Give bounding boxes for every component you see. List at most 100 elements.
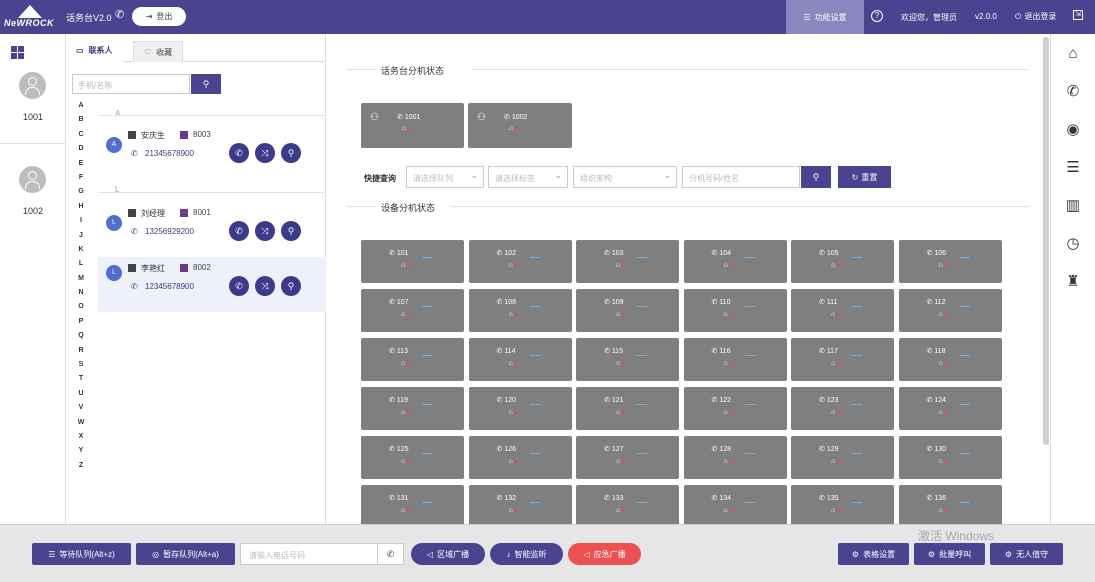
device-extension-tile[interactable]: ✆ 112 ⌂▲ — [898, 289, 1002, 332]
device-extension-tile[interactable]: ✆ 124 ⌂▲ — [898, 387, 1002, 430]
device-extension-tile[interactable]: ✆ 109 ⌂▲ — [576, 289, 679, 332]
alphabet-letter[interactable]: E — [76, 160, 86, 174]
dial-icon[interactable]: ◉ — [1063, 120, 1083, 140]
tag-select[interactable]: 请选择标签 — [488, 166, 568, 188]
home-icon[interactable]: ⌂ — [1063, 44, 1083, 64]
device-extension-tile[interactable]: ✆ 130 ⌂▲ — [898, 436, 1002, 479]
call-button[interactable]: ✆ — [229, 221, 249, 241]
device-extension-tile[interactable]: ✆ 102 ⌂▲ — [468, 240, 572, 283]
operator-extension-tile[interactable]: ⚇ ✆ 1001 ⌂▲ — [361, 103, 464, 148]
alphabet-letter[interactable]: F — [76, 174, 86, 188]
device-extension-tile[interactable]: ✆ 125 ⌂▲ — [361, 436, 464, 479]
operator-extension-tile[interactable]: ⚇ ✆ 1002 ⌂▲ — [468, 103, 572, 148]
alphabet-letter[interactable]: A — [76, 102, 86, 116]
batch-call-button[interactable]: ⚙ 批量呼叫 — [914, 543, 985, 565]
alphabet-letter[interactable]: Q — [76, 332, 86, 346]
help-icon[interactable]: ? — [871, 10, 883, 22]
alphabet-letter[interactable]: V — [76, 404, 86, 418]
zone-broadcast-button[interactable]: ◁ 区域广播 — [411, 543, 485, 565]
alphabet-letter[interactable]: G — [76, 188, 86, 202]
contact-search-input[interactable]: 手机/名称 — [72, 74, 190, 94]
alphabet-letter[interactable]: N — [76, 289, 86, 303]
contact-search-button[interactable]: ⚲ — [191, 74, 221, 94]
device-extension-tile[interactable]: ✆ 136 ⌂▲ — [898, 485, 1002, 524]
hold-queue-button[interactable]: ◎ 暂存队列(Alt+a) — [136, 543, 235, 565]
extension-search-input[interactable]: 分机号码/姓名 — [682, 166, 800, 188]
transfer-button[interactable]: ⤨ — [255, 143, 275, 163]
alphabet-letter[interactable]: B — [76, 116, 86, 130]
alphabet-letter[interactable]: R — [76, 347, 86, 361]
user-card-1001[interactable]: 1001 — [0, 72, 66, 144]
device-extension-tile[interactable]: ✆ 105 ⌂▲ — [791, 240, 894, 283]
android-icon[interactable]: ♜ — [1063, 272, 1083, 292]
device-extension-tile[interactable]: ✆ 129 ⌂▲ — [791, 436, 894, 479]
device-extension-tile[interactable]: ✆ 113 ⌂▲ — [361, 338, 464, 381]
tab-favorites[interactable]: ♡ 收藏 — [133, 41, 184, 62]
filter-search-button[interactable]: ⚲ — [801, 166, 831, 188]
device-extension-tile[interactable]: ✆ 107 ⌂▲ — [361, 289, 464, 332]
contact-item-selected[interactable]: L 李艳红 8002 ✆ 12345678900 ✆ ⤨ ⚲ — [98, 257, 326, 312]
list-icon[interactable]: ☰ — [1063, 158, 1083, 178]
alphabet-letter[interactable]: Z — [76, 462, 86, 476]
alphabet-letter[interactable]: J — [76, 232, 86, 246]
device-extension-tile[interactable]: ✆ 115 ⌂▲ — [576, 338, 679, 381]
alphabet-letter[interactable]: L — [76, 260, 86, 274]
function-settings-button[interactable]: ☰ 功能设置 — [786, 0, 864, 34]
transfer-button[interactable]: ⤨ — [255, 221, 275, 241]
phone-icon[interactable]: ✆ — [1063, 82, 1083, 102]
alphabet-letter[interactable]: C — [76, 131, 86, 145]
transfer-button[interactable]: ⤨ — [255, 276, 275, 296]
device-extension-tile[interactable]: ✆ 134 ⌂▲ — [683, 485, 787, 524]
device-extension-tile[interactable]: ✆ 131 ⌂▲ — [361, 485, 464, 524]
grid-view-icon[interactable] — [11, 46, 24, 59]
contact-item[interactable]: L 刘经理 8001 ✆ 13256929200 ✆ ⤨ ⚲ — [98, 202, 326, 257]
alphabet-letter[interactable]: S — [76, 361, 86, 375]
alphabet-letter[interactable]: W — [76, 419, 86, 433]
device-extension-tile[interactable]: ✆ 114 ⌂▲ — [468, 338, 572, 381]
device-extension-tile[interactable]: ✆ 121 ⌂▲ — [576, 387, 679, 430]
alphabet-letter[interactable]: P — [76, 318, 86, 332]
contact-item[interactable]: A 安庆生 8003 ✆ 21345678900 ✆ ⤨ ⚲ — [98, 124, 326, 179]
alphabet-letter[interactable]: Y — [76, 447, 86, 461]
device-extension-tile[interactable]: ✆ 122 ⌂▲ — [683, 387, 787, 430]
dial-phone-icon[interactable]: ✆ — [377, 544, 403, 564]
unattended-button[interactable]: ⚙ 无人值守 — [990, 543, 1063, 565]
device-extension-tile[interactable]: ✆ 116 ⌂▲ — [683, 338, 787, 381]
table-settings-button[interactable]: ⚙ 表格设置 — [838, 543, 909, 565]
alphabet-letter[interactable]: X — [76, 433, 86, 447]
alphabet-letter[interactable]: D — [76, 145, 86, 159]
emergency-broadcast-button[interactable]: ◁ 应急广播 — [568, 543, 641, 565]
bar-chart-icon[interactable]: ▥ — [1063, 196, 1083, 216]
device-extension-tile[interactable]: ✆ 133 ⌂▲ — [576, 485, 679, 524]
device-extension-tile[interactable]: ✆ 120 ⌂▲ — [468, 387, 572, 430]
sign-out-button[interactable]: ⇥ 登出 — [132, 7, 186, 26]
search-button[interactable]: ⚲ — [281, 143, 301, 163]
device-extension-tile[interactable]: ✆ 132 ⌂▲ — [468, 485, 572, 524]
alphabet-letter[interactable]: U — [76, 390, 86, 404]
device-extension-tile[interactable]: ✆ 101 ⌂▲ — [361, 240, 464, 283]
call-button[interactable]: ✆ — [229, 143, 249, 163]
device-extension-tile[interactable]: ✆ 106 ⌂▲ — [898, 240, 1002, 283]
device-extension-tile[interactable]: ✆ 127 ⌂▲ — [576, 436, 679, 479]
device-extension-tile[interactable]: ✆ 117 ⌂▲ — [791, 338, 894, 381]
call-button[interactable]: ✆ — [229, 276, 249, 296]
device-extension-tile[interactable]: ✆ 103 ⌂▲ — [576, 240, 679, 283]
wait-queue-button[interactable]: ☰ 等待队列(Alt+z) — [32, 543, 131, 565]
exit-icon[interactable]: ⇲ — [1073, 10, 1083, 20]
main-scrollbar[interactable] — [1043, 37, 1049, 445]
logoff-button[interactable]: ⏻ 退出登录 — [1015, 11, 1056, 22]
alphabet-letter[interactable]: O — [76, 303, 86, 317]
alphabet-letter[interactable]: T — [76, 375, 86, 389]
phone-signal-icon[interactable]: ✆ — [115, 8, 129, 24]
search-button[interactable]: ⚲ — [281, 221, 301, 241]
search-button[interactable]: ⚲ — [281, 276, 301, 296]
device-extension-tile[interactable]: ✆ 135 ⌂▲ — [791, 485, 894, 524]
device-extension-tile[interactable]: ✆ 111 ⌂▲ — [791, 289, 894, 332]
reset-button[interactable]: ↻ 重置 — [838, 166, 891, 188]
tab-contacts[interactable]: ▭ 联系人 — [66, 41, 123, 62]
device-extension-tile[interactable]: ✆ 108 ⌂▲ — [468, 289, 572, 332]
device-extension-tile[interactable]: ✆ 119 ⌂▲ — [361, 387, 464, 430]
device-extension-tile[interactable]: ✆ 126 ⌂▲ — [468, 436, 572, 479]
clock-icon[interactable]: ◷ — [1063, 234, 1083, 254]
alphabet-letter[interactable]: K — [76, 246, 86, 260]
